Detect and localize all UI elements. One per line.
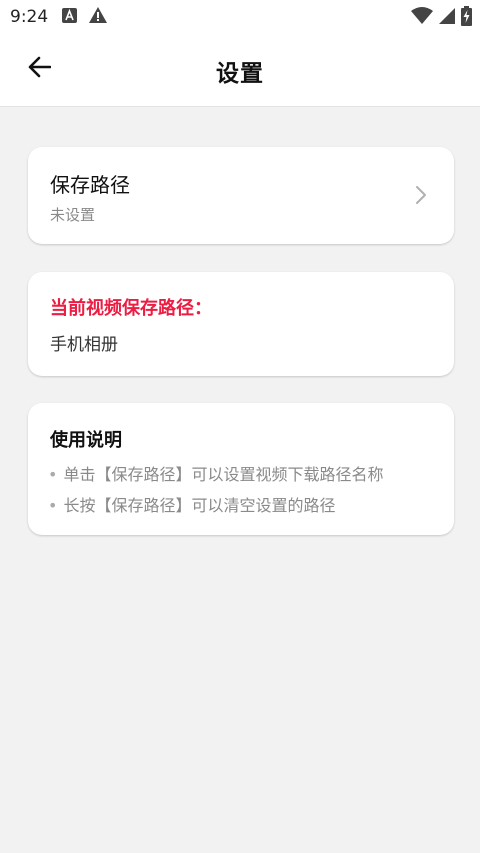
app-bar: 设置 [0,34,480,107]
warning-icon [89,7,107,27]
usage-list: • 单击【保存路径】可以设置视频下载路径名称 • 长按【保存路径】可以清空设置的路径 [48,459,383,521]
usage-title: 使用说明 [50,430,122,451]
font-a-icon [62,7,77,27]
bullet: • [48,496,58,515]
usage-card: 使用说明 • 单击【保存路径】可以设置视频下载路径名称 • 长按【保存路径】可以清空… [28,403,454,535]
list-item: • 长按【保存路径】可以清空设置的路径 [48,490,383,521]
usage-item-text: 单击【保存路径】可以设置视频下载路径名称 [63,465,384,484]
list-item: • 单击【保存路径】可以设置视频下载路径名称 [48,459,383,490]
battery-charging-icon [461,6,472,30]
status-bar: 9:24 [0,0,480,34]
current-path-card: 当前视频保存路径： 手机相册 [28,272,454,376]
signal-icon [439,7,455,29]
status-time: 9:24 [10,7,49,27]
save-path-card[interactable]: 保存路径 未设置 [28,147,454,244]
status-system-icons [411,6,472,30]
wifi-icon [411,7,433,29]
save-path-title: 保存路径 [50,173,130,197]
current-path-value: 手机相册 [50,335,118,355]
bullet: • [48,465,58,484]
usage-item-text: 长按【保存路径】可以清空设置的路径 [63,496,336,515]
page-title: 设置 [216,61,264,87]
current-path-label: 当前视频保存路径： [50,298,212,319]
save-path-value: 未设置 [50,206,96,224]
status-notification-icons [62,7,107,27]
chevron-right-icon [414,184,428,206]
